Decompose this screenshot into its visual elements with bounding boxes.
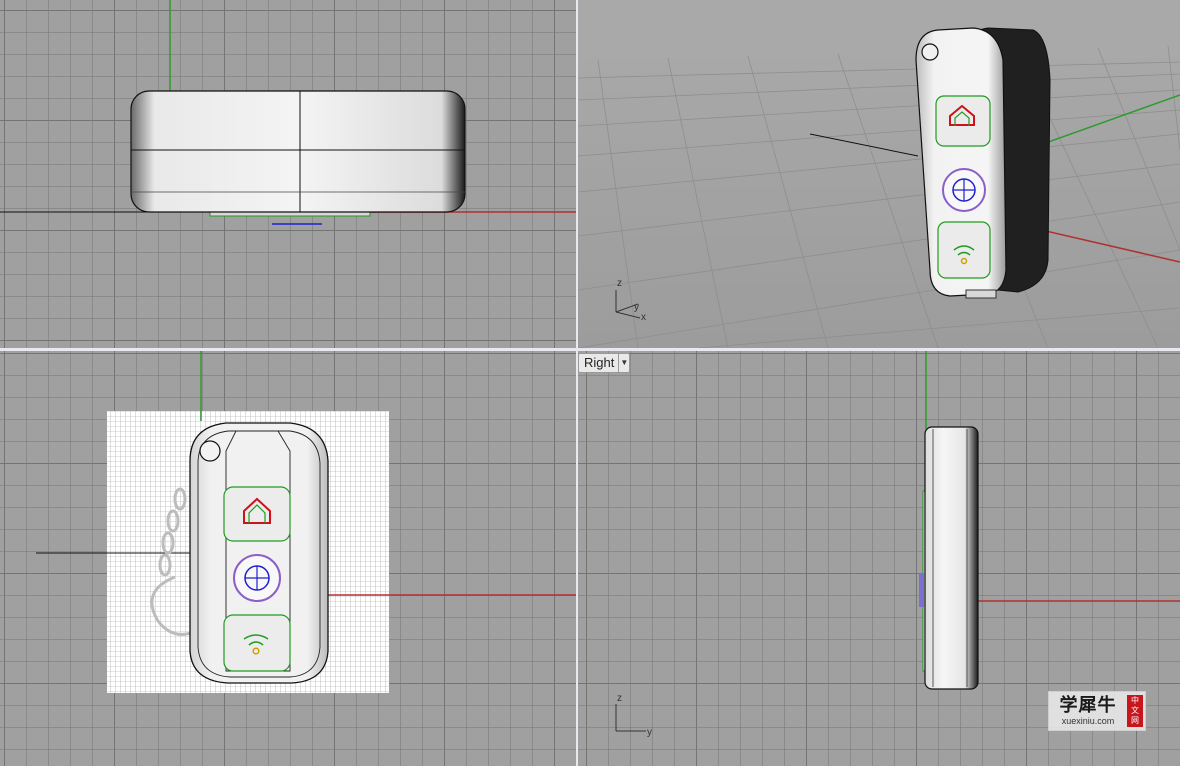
viewport-splitter-vertical[interactable] [576, 0, 578, 766]
viewport-title-tab[interactable]: Right ▼ [578, 353, 631, 373]
key-fob-front [189, 422, 329, 684]
dropdown-arrow-icon[interactable]: ▼ [618, 354, 629, 372]
key-fob-perspective [915, 27, 1051, 299]
viewport-perspective[interactable]: z y x [578, 0, 1180, 348]
axis-label-z: z [617, 278, 622, 289]
axis-label-x: x [641, 312, 646, 323]
viewport-front[interactable] [0, 351, 576, 766]
axis-gizmo [615, 704, 646, 732]
viewport-title[interactable]: Right [579, 354, 618, 372]
viewport-top[interactable] [0, 0, 576, 348]
key-fob-top-body [130, 90, 466, 213]
axis-label-z: z [617, 693, 622, 704]
watermark-logo: 学犀牛 xuexiniu.com 中 文 网 [1048, 691, 1146, 731]
front-view-canvas [36, 351, 576, 693]
axis-label-y: y [634, 302, 639, 313]
axis-label-y: y [647, 727, 652, 738]
watermark-url: xuexiniu.com [1061, 715, 1115, 726]
top-view-canvas [0, 0, 576, 225]
perspective-view-canvas: z y x [578, 0, 1180, 348]
watermark-title: 学犀牛 [1059, 694, 1117, 716]
watermark-badge: 中 文 网 [1127, 695, 1143, 727]
viewport-splitter-horizontal[interactable] [0, 348, 1180, 351]
